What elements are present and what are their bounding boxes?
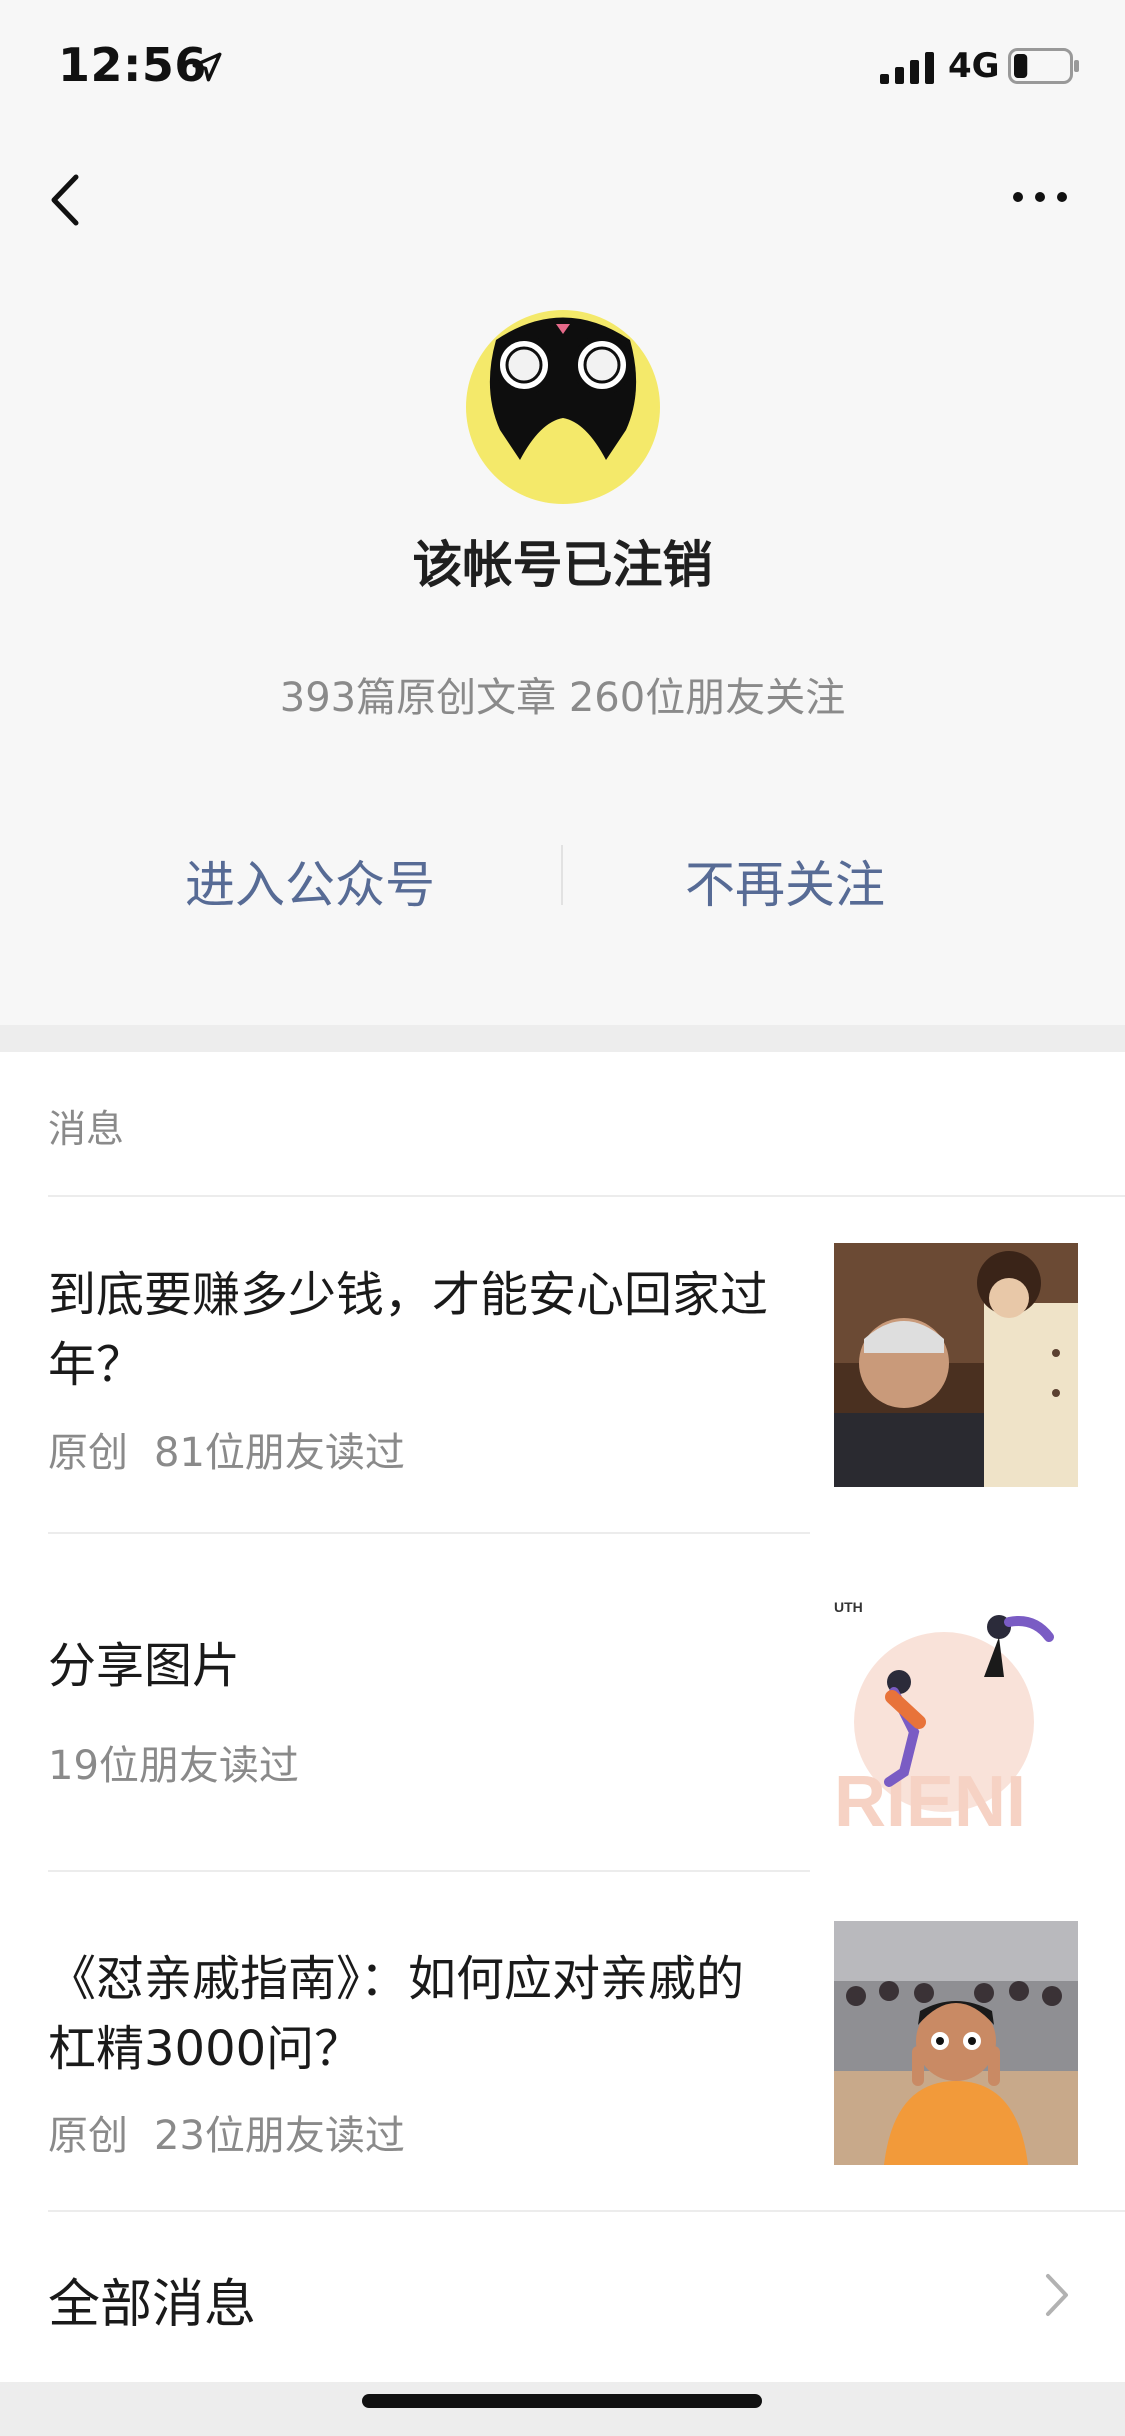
item-title: 到底要赚多少钱，才能安心回家过年？ xyxy=(48,1267,769,1393)
unfollow-button[interactable]: 不再关注 xyxy=(575,845,995,917)
home-area xyxy=(0,2382,1125,2436)
chevron-right-icon xyxy=(1046,2274,1068,2316)
location-arrow-icon xyxy=(192,52,222,82)
article-thumbnail xyxy=(834,1921,1078,2165)
svg-text:UTH: UTH xyxy=(834,1599,863,1615)
account-stats: 393篇原创文章 260位朋友关注 xyxy=(279,675,846,721)
item-title: 分享图片 xyxy=(48,1638,241,1694)
divider xyxy=(48,2210,1125,2212)
section-title: 消息 xyxy=(48,1107,125,1151)
divider xyxy=(48,1870,810,1872)
svg-text:RIENI: RIENI xyxy=(834,1762,1026,1826)
original-tag: 原创 xyxy=(48,1430,128,1476)
network-label: 4G xyxy=(948,46,1000,86)
signal-icon xyxy=(880,52,934,84)
item-title: 《怼亲戚指南》：如何应对亲戚的杠精3000问？ xyxy=(48,1951,745,2077)
more-icon[interactable] xyxy=(1010,182,1070,212)
divider xyxy=(48,1195,1125,1197)
divider xyxy=(48,1532,810,1534)
all-messages-label: 全部消息 xyxy=(48,2275,257,2335)
avatar xyxy=(466,310,660,504)
original-tag: 原创 xyxy=(48,2113,128,2159)
article-thumbnail: RIENI UTH xyxy=(834,1582,1078,1826)
item-meta: 19位朋友读过 xyxy=(48,1733,299,1791)
battery-icon xyxy=(1008,48,1079,84)
account-name: 该帐号已注销 xyxy=(412,536,713,594)
home-indicator xyxy=(362,2394,762,2408)
item-meta: 原创 23位朋友读过 xyxy=(48,2103,405,2161)
enter-account-button[interactable]: 进入公众号 xyxy=(100,845,520,917)
status-time: 12:56 xyxy=(58,38,207,92)
read-count: 23位朋友读过 xyxy=(154,2113,405,2159)
item-meta: 原创 81位朋友读过 xyxy=(48,1420,405,1478)
article-thumbnail xyxy=(834,1243,1078,1487)
read-count: 19位朋友读过 xyxy=(48,1743,299,1789)
read-count: 81位朋友读过 xyxy=(154,1430,405,1476)
back-icon[interactable] xyxy=(40,165,90,235)
action-divider xyxy=(561,845,563,905)
